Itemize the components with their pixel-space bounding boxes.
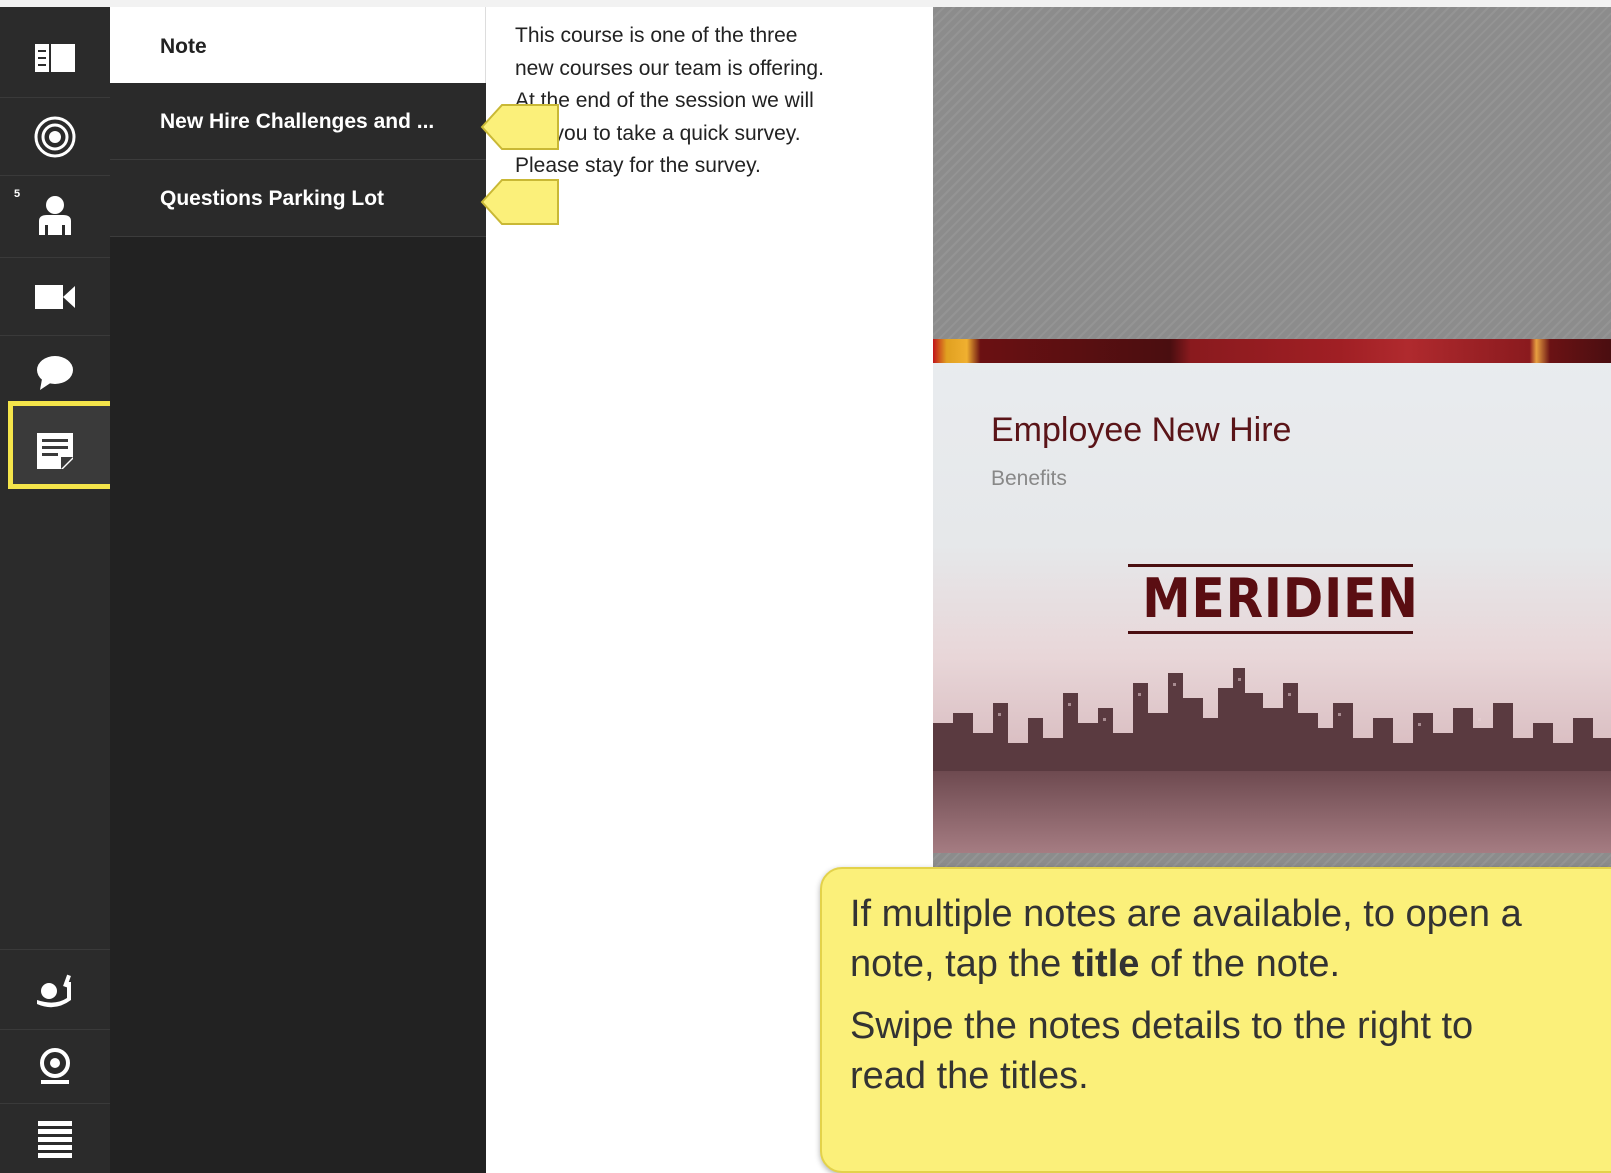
callout-arrow-icon <box>480 104 559 150</box>
note-text-line: new courses our team is offering. <box>515 56 824 80</box>
notes-header-title: Note <box>160 35 207 58</box>
separator <box>0 1029 110 1030</box>
note-title: New Hire Challenges and ... <box>160 110 435 133</box>
camera-icon[interactable] <box>0 267 110 327</box>
note-content: This course is one of the three new cour… <box>515 20 895 183</box>
separator <box>0 257 110 258</box>
instruction-bold-term: title <box>1071 943 1140 985</box>
instruction-line: Swipe the notes details to the right to <box>850 1005 1474 1047</box>
presentation-area: Employee New Hire Benefits MERIDIEN <box>933 7 1611 885</box>
attendees-icon[interactable]: 5 <box>0 182 110 252</box>
note-text-line: This course is one of the three <box>515 24 798 47</box>
top-strip <box>0 0 1611 7</box>
note-text-line: Please stay for the survey. <box>515 154 761 177</box>
separator <box>0 335 110 336</box>
callout-arrow-icon <box>480 179 559 225</box>
raise-hand-icon[interactable] <box>0 962 110 1022</box>
left-toolbar: 5 <box>0 7 116 1173</box>
slide-header-band <box>933 339 1611 363</box>
separator <box>0 1103 110 1104</box>
note-text-line: At the end of the session we will <box>515 89 814 112</box>
instruction-line: read the titles. <box>850 1055 1089 1097</box>
slide: Employee New Hire Benefits MERIDIEN <box>933 339 1611 853</box>
layout-icon[interactable] <box>0 32 110 84</box>
instruction-callout: If multiple notes are available, to open… <box>820 867 1611 1173</box>
chat-icon[interactable] <box>0 343 110 403</box>
notes-icon[interactable] <box>0 423 110 479</box>
separator <box>0 175 110 176</box>
target-icon[interactable] <box>0 107 110 167</box>
slide-title: Employee New Hire <box>991 411 1292 449</box>
note-title: Questions Parking Lot <box>160 187 385 210</box>
city-skyline-image <box>933 668 1611 853</box>
webcam-icon[interactable] <box>0 1037 110 1097</box>
instruction-line: If multiple notes are available, to open… <box>850 893 1522 935</box>
separator <box>0 97 110 98</box>
notes-header[interactable]: Note <box>110 7 486 83</box>
note-list-item[interactable]: Questions Parking Lot <box>110 160 486 237</box>
logo-text: MERIDIEN <box>1142 567 1419 630</box>
note-text-line: ask you to take a quick survey. <box>515 121 801 145</box>
menu-icon[interactable] <box>0 1112 110 1168</box>
attendee-count-badge: 5 <box>14 188 21 200</box>
separator <box>0 949 110 950</box>
slide-subtitle: Benefits <box>991 467 1067 490</box>
company-logo: MERIDIEN <box>1128 564 1419 634</box>
note-list-item[interactable]: New Hire Challenges and ... <box>110 83 486 160</box>
instruction-line: note, tap the title of the note. <box>850 943 1341 985</box>
notes-list-panel: Note New Hire Challenges and ... Questio… <box>110 7 486 1173</box>
